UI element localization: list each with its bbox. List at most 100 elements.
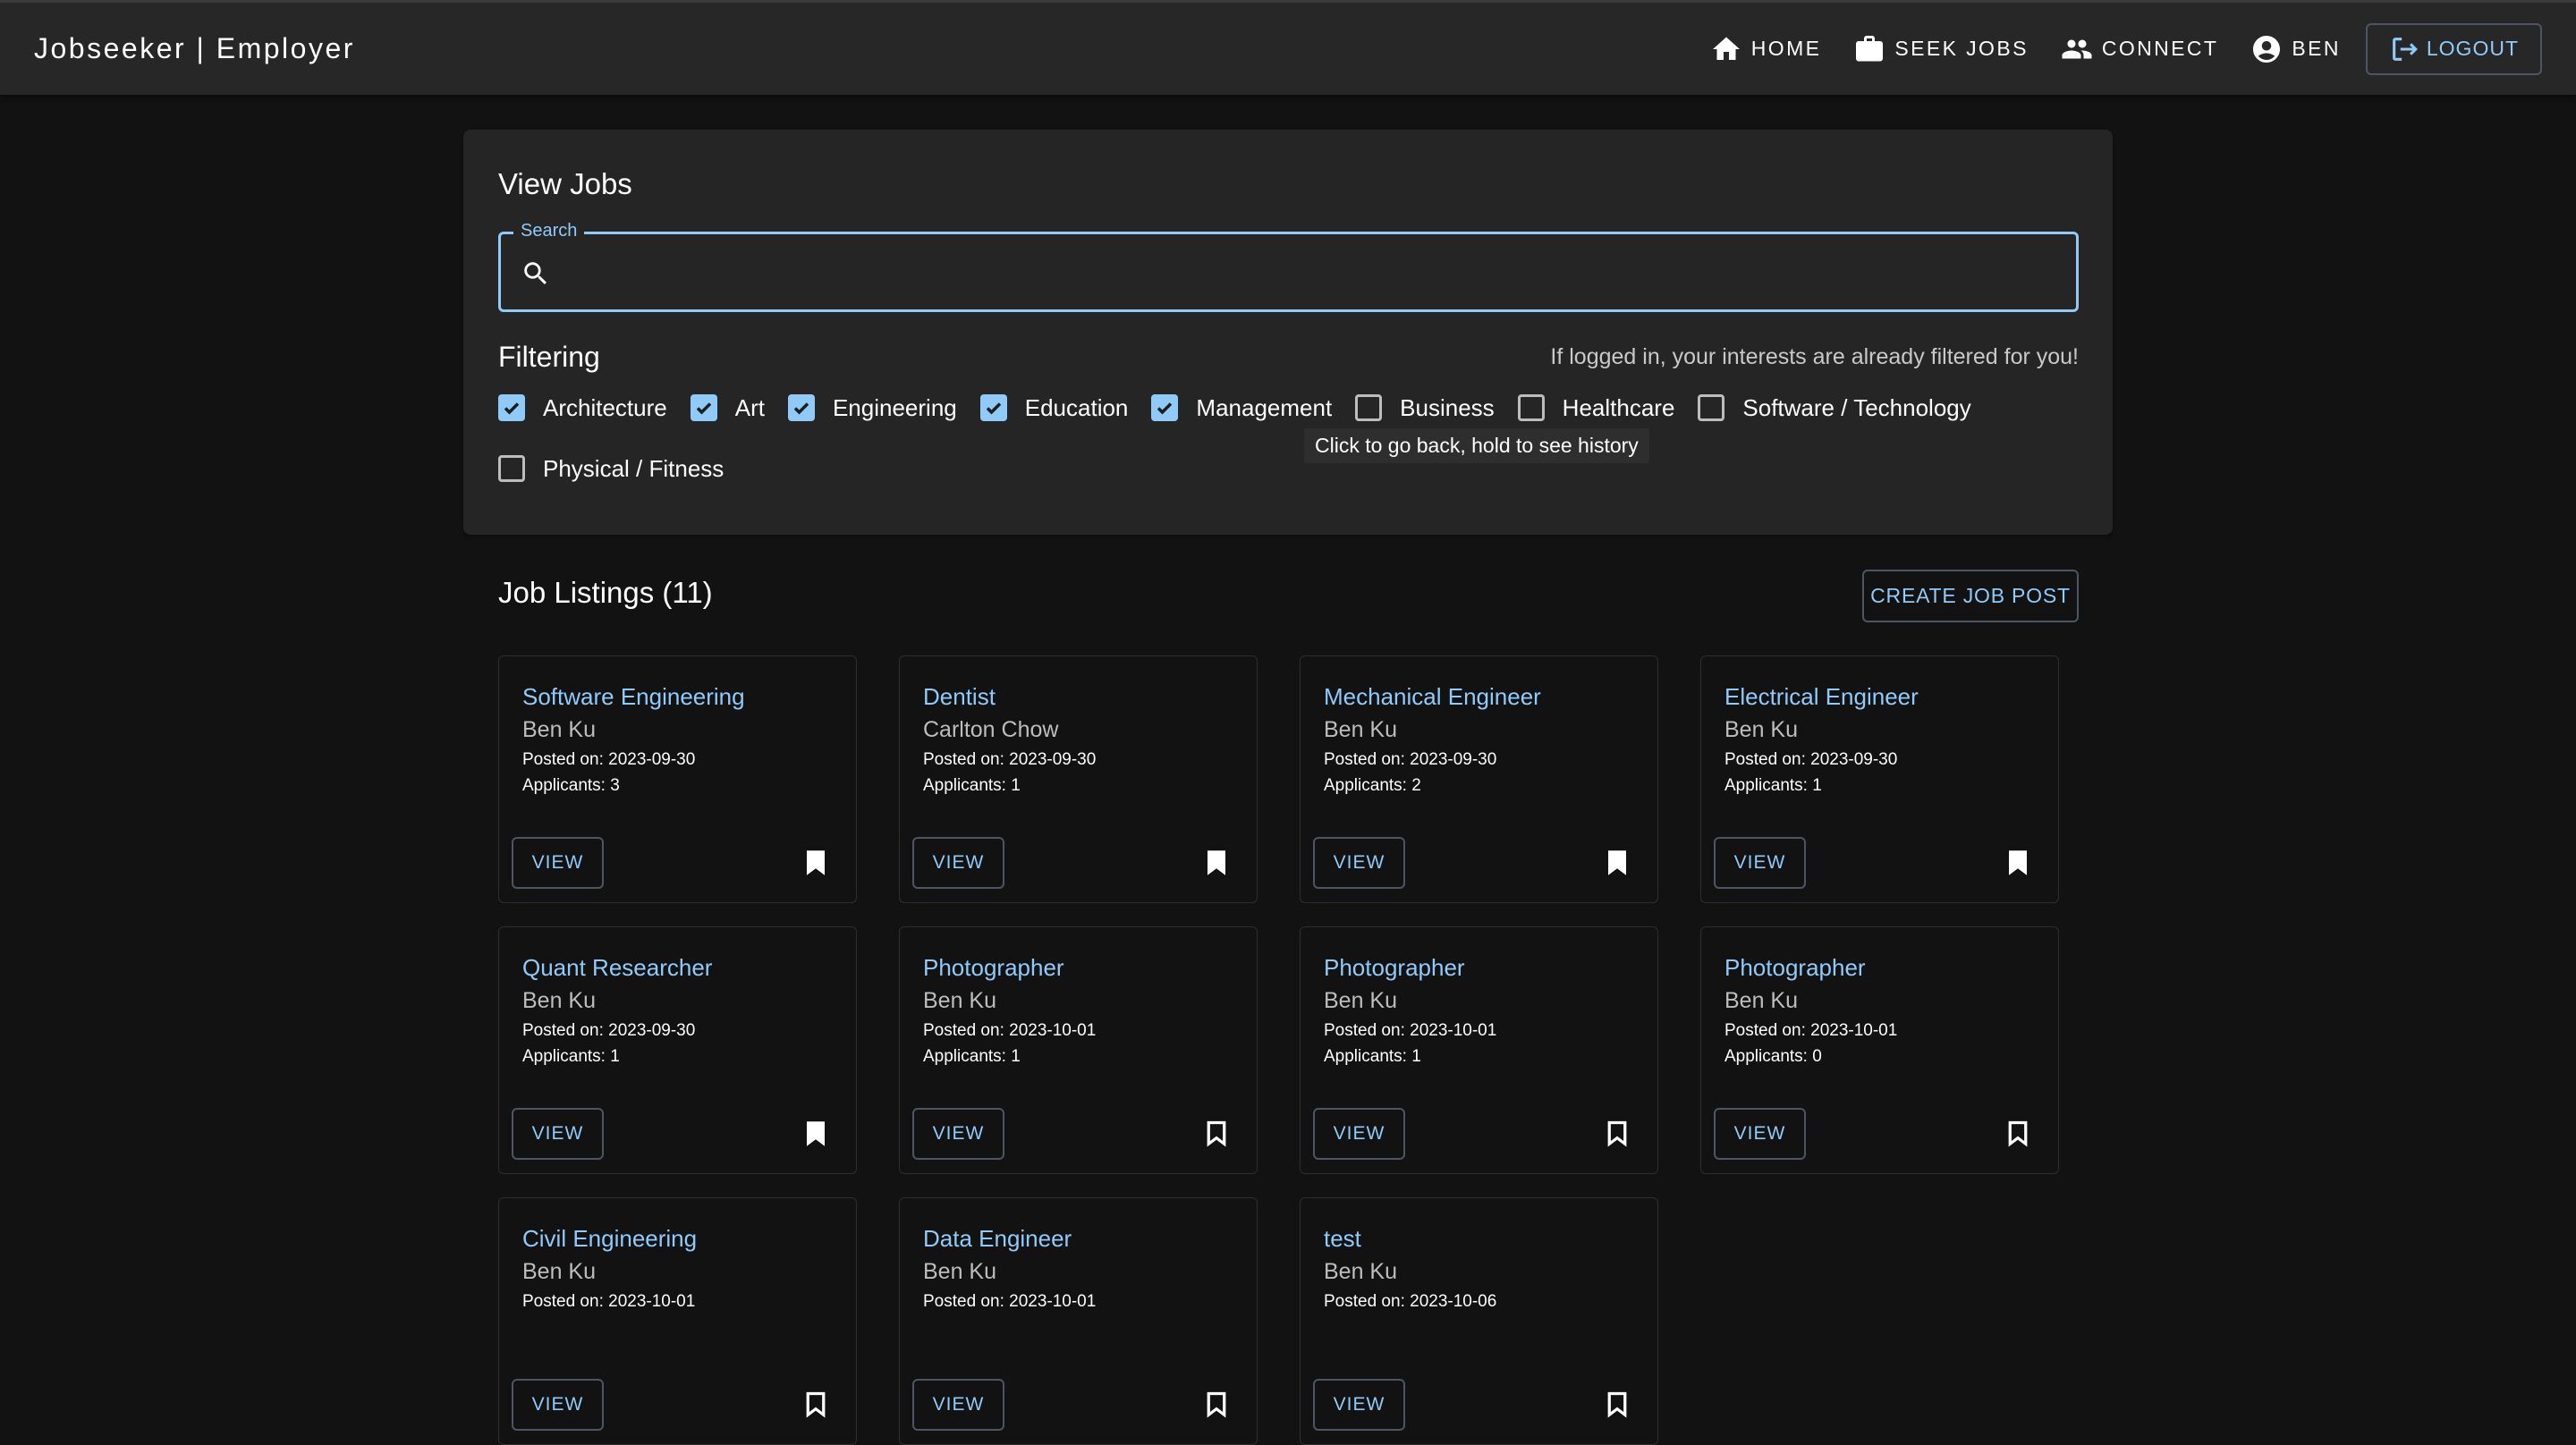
job-title[interactable]: Mechanical Engineer <box>1324 683 1541 711</box>
job-author: Ben Ku <box>522 988 597 1013</box>
filter-checkbox[interactable]: Architecture <box>498 391 667 425</box>
logout-button[interactable]: LOGOUT <box>2365 22 2542 75</box>
job-title[interactable]: Dentist <box>923 683 996 711</box>
logout-label: LOGOUT <box>2426 37 2519 60</box>
job-posted-date: Posted on: 2023-10-06 <box>1324 1292 1497 1311</box>
create-job-post-button[interactable]: CREATE JOB POST <box>1862 570 2079 622</box>
checkbox-unchecked-icon[interactable] <box>1698 394 1725 421</box>
job-card: Data Engineer Ben Ku Posted on: 2023-10-01… <box>899 1197 1258 1445</box>
filter-checkbox[interactable]: Business <box>1355 391 1495 425</box>
checkbox-unchecked-icon[interactable] <box>1517 394 1545 421</box>
job-title[interactable]: Photographer <box>1324 954 1465 982</box>
nav-profile-button[interactable]: BEN <box>2234 23 2357 75</box>
bookmark-outline-icon[interactable] <box>2004 1119 2031 1149</box>
filter-label: Physical / Fitness <box>543 454 724 482</box>
filter-checkbox[interactable]: Education <box>979 391 1129 425</box>
filter-checkbox[interactable]: Engineering <box>787 391 957 425</box>
view-job-button[interactable]: VIEW <box>512 1379 604 1431</box>
filter-label: Art <box>734 393 765 421</box>
logout-icon <box>2392 37 2418 61</box>
view-job-button[interactable]: VIEW <box>1313 1379 1405 1431</box>
bookmark-filled-icon[interactable] <box>2004 848 2031 878</box>
job-title[interactable]: Quant Researcher <box>522 954 712 982</box>
job-author: Ben Ku <box>522 717 597 742</box>
job-title[interactable]: Electrical Engineer <box>1724 683 1919 711</box>
view-job-button[interactable]: VIEW <box>1313 1108 1405 1160</box>
nav-links: HOME SEEK JOBS CONNECT BEN LOGOUT <box>1694 22 2542 75</box>
job-applicants-count: Applicants: 1 <box>1324 1047 1421 1066</box>
nav-seek-jobs-label: SEEK JOBS <box>1894 37 2029 60</box>
job-title[interactable]: Data Engineer <box>923 1225 1072 1253</box>
brand-title[interactable]: Jobseeker | Employer <box>34 32 355 65</box>
bookmark-filled-icon[interactable] <box>1203 848 1230 878</box>
bookmark-outline-icon[interactable] <box>802 1390 829 1420</box>
job-card: Quant Researcher Ben Ku Posted on: 2023-09… <box>498 926 857 1174</box>
filter-label: Business <box>1400 393 1495 421</box>
view-job-button[interactable]: VIEW <box>912 1108 1004 1160</box>
checkbox-checked-icon[interactable] <box>787 394 815 421</box>
job-title[interactable]: Photographer <box>1724 954 1866 982</box>
filtering-title: Filtering <box>498 341 600 373</box>
checkbox-checked-icon[interactable] <box>690 394 717 421</box>
job-title[interactable]: Civil Engineering <box>522 1225 697 1253</box>
job-author: Ben Ku <box>522 1259 597 1284</box>
job-applicants-count: Applicants: 1 <box>1724 776 1822 795</box>
checkbox-checked-icon[interactable] <box>1151 394 1179 421</box>
filter-checkboxes: Architecture Art Engineering Education Manag… <box>498 391 2090 486</box>
job-card: Software Engineering Ben Ku Posted on: 202… <box>498 655 857 903</box>
view-job-button[interactable]: VIEW <box>512 837 604 889</box>
filter-checkbox[interactable]: Art <box>690 391 765 425</box>
job-posted-date: Posted on: 2023-09-30 <box>1724 750 1898 769</box>
job-title[interactable]: test <box>1324 1225 1361 1253</box>
job-applicants-count: Applicants: 2 <box>1324 776 1421 795</box>
job-card: Civil Engineering Ben Ku Posted on: 2023-1… <box>498 1197 857 1445</box>
job-applicants-count: Applicants: 1 <box>923 1047 1021 1066</box>
checkbox-unchecked-icon[interactable] <box>1355 394 1383 421</box>
nav-connect-button[interactable]: CONNECT <box>2045 23 2235 75</box>
checkbox-checked-icon[interactable] <box>979 394 1007 421</box>
search-field[interactable]: Search <box>498 221 2079 312</box>
job-author: Ben Ku <box>1324 988 1398 1013</box>
job-title[interactable]: Software Engineering <box>522 683 745 711</box>
job-card: test Ben Ku Posted on: 2023-10-06 VIEW <box>1300 1197 1658 1445</box>
view-job-button[interactable]: VIEW <box>1714 837 1806 889</box>
filter-label: Education <box>1024 393 1129 421</box>
checkbox-checked-icon[interactable] <box>498 394 525 421</box>
view-job-button[interactable]: VIEW <box>912 837 1004 889</box>
view-job-button[interactable]: VIEW <box>1714 1108 1806 1160</box>
job-title[interactable]: Photographer <box>923 954 1064 982</box>
filter-label: Healthcare <box>1562 393 1675 421</box>
nav-home-label: HOME <box>1750 37 1822 60</box>
job-card: Dentist Carlton Chow Posted on: 2023-09-30… <box>899 655 1258 903</box>
filter-label: Engineering <box>832 393 957 421</box>
checkbox-unchecked-icon[interactable] <box>498 455 525 482</box>
view-job-button[interactable]: VIEW <box>512 1108 604 1160</box>
bookmark-filled-icon[interactable] <box>1604 848 1631 878</box>
job-posted-date: Posted on: 2023-10-01 <box>1324 1021 1497 1040</box>
filter-checkbox[interactable]: Physical / Fitness <box>498 452 724 486</box>
search-panel: View Jobs Search Filtering If logged in,… <box>463 130 2113 535</box>
job-posted-date: Posted on: 2023-09-30 <box>522 1021 696 1040</box>
bookmark-outline-icon[interactable] <box>1203 1390 1230 1420</box>
job-author: Ben Ku <box>923 988 997 1013</box>
nav-profile-label: BEN <box>2292 37 2341 60</box>
bookmark-filled-icon[interactable] <box>802 848 829 878</box>
filter-checkbox[interactable]: Software / Technology <box>1698 391 1971 425</box>
bookmark-outline-icon[interactable] <box>1604 1119 1631 1149</box>
job-posted-date: Posted on: 2023-10-01 <box>923 1292 1097 1311</box>
nav-home-button[interactable]: HOME <box>1694 23 1838 75</box>
bookmark-outline-icon[interactable] <box>1604 1390 1631 1420</box>
view-job-button[interactable]: VIEW <box>1313 837 1405 889</box>
job-card: Photographer Ben Ku Posted on: 2023-10-01 A… <box>1700 926 2059 1174</box>
account-circle-icon <box>2253 35 2281 63</box>
nav-seek-jobs-button[interactable]: SEEK JOBS <box>1837 23 2044 75</box>
bookmark-filled-icon[interactable] <box>802 1119 829 1149</box>
filter-label: Management <box>1196 393 1333 421</box>
view-job-button[interactable]: VIEW <box>912 1379 1004 1431</box>
app-bar: Jobseeker | Employer HOME SEEK JOBS CONN… <box>0 0 2576 95</box>
filter-checkbox[interactable]: Healthcare <box>1517 391 1675 425</box>
panel-title: View Jobs <box>498 167 632 200</box>
job-card: Photographer Ben Ku Posted on: 2023-10-01 A… <box>1300 926 1658 1174</box>
filter-checkbox[interactable]: Management <box>1151 391 1332 425</box>
bookmark-outline-icon[interactable] <box>1203 1119 1230 1149</box>
